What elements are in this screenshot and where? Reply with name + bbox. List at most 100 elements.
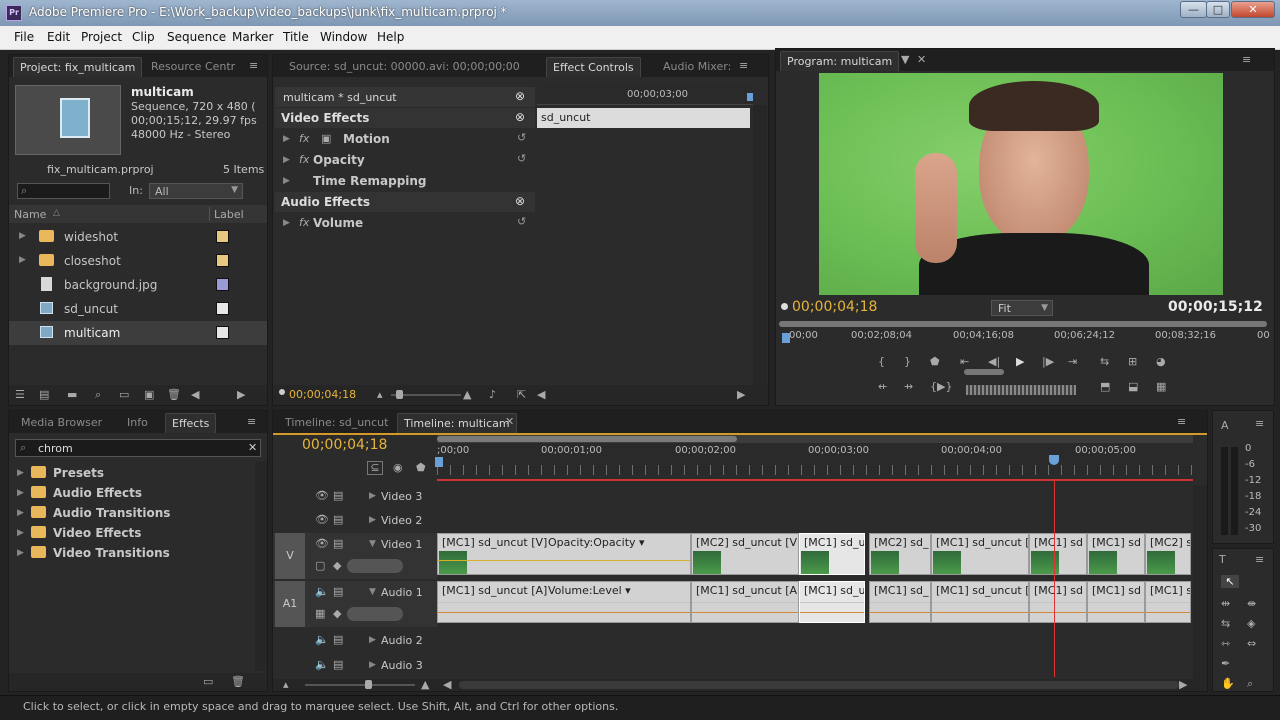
menu-marker[interactable]: Marker (232, 30, 273, 44)
tab-audio-mixer[interactable]: Audio Mixer: (657, 57, 737, 77)
automate-icon[interactable]: ▬ (67, 388, 77, 401)
scroll-right-icon[interactable]: ▶ (237, 388, 245, 401)
list-view-icon[interactable]: ☰ (15, 388, 25, 401)
eye-icon[interactable]: 👁 (315, 489, 329, 502)
lock-icon[interactable]: ▤ (333, 513, 343, 526)
tab-project[interactable]: Project: fix_multicam (13, 57, 143, 77)
track-header-audio3[interactable]: 🔈 ▤ ▶ Audio 3 (273, 654, 437, 678)
keyframe-icon[interactable]: ◆ (333, 559, 341, 572)
rolling-edit-tool-icon[interactable]: ⇆ (1221, 617, 1230, 630)
pen-tool-icon[interactable]: ✒ (1221, 657, 1230, 670)
collapse-triangle-icon[interactable]: ▼ (369, 539, 376, 549)
step-forward-icon[interactable]: |▶ (1042, 355, 1054, 368)
add-marker-icon[interactable]: ⬟ (416, 461, 426, 474)
maximize-button[interactable]: □ (1206, 1, 1230, 18)
effect-ruler[interactable]: 00;00;03;00 (537, 83, 753, 105)
timeline-zoom-handle[interactable] (437, 436, 737, 442)
tab-timeline-multicam[interactable]: Timeline: multicam (397, 413, 517, 433)
col-label[interactable]: Label (214, 208, 244, 221)
opacity-line[interactable] (438, 560, 690, 561)
fit-dropdown[interactable]: Fit ▼ (991, 300, 1053, 316)
close-tab-icon[interactable]: ✕ (505, 415, 514, 428)
scroll-right-icon[interactable]: ▶ (737, 388, 745, 401)
tools-tab-icon[interactable]: T (1219, 553, 1226, 566)
timeline-ruler[interactable]: ;00;00 00;00;01;00 00;00;02;00 00;00;03;… (435, 443, 1193, 483)
audio-scrub-icon[interactable]: ♪ (489, 388, 496, 401)
timeline-zoom-handle[interactable] (365, 680, 372, 689)
volume-line[interactable] (932, 612, 1028, 613)
effect-timecode[interactable]: 00;00;04;18 (289, 388, 356, 401)
slide-tool-icon[interactable]: ⇔ (1247, 637, 1256, 650)
timeline-clip[interactable]: [MC2] sd_uncut [V] (691, 533, 799, 575)
keyframe-nav[interactable] (347, 607, 403, 621)
icon-view-icon[interactable]: ▤ (39, 388, 49, 401)
tab-info[interactable]: Info (121, 413, 154, 433)
output-icon[interactable]: ◕ (1156, 355, 1166, 368)
zoom-out-icon[interactable]: ▴ (283, 678, 289, 691)
keyframe-icon[interactable]: ◆ (333, 607, 341, 620)
step-back-icon[interactable]: ◀| (988, 355, 1000, 368)
effects-folder-audio-transitions[interactable]: ▶ Audio Transitions (9, 503, 254, 523)
volume-line[interactable] (1030, 612, 1086, 613)
new-bin-icon[interactable]: ▭ (119, 388, 129, 401)
eye-icon[interactable]: 👁 (315, 537, 329, 550)
loop-icon[interactable]: ⇆ (1100, 355, 1109, 368)
scroll-right-icon[interactable]: ▶ (1179, 678, 1187, 691)
source-track-a1[interactable]: A1 (275, 581, 305, 627)
list-item[interactable]: sd_uncut (9, 297, 267, 321)
volume-line[interactable] (870, 612, 930, 613)
expand-triangle-icon[interactable]: ▶ (17, 548, 24, 558)
volume-line[interactable] (1146, 612, 1190, 613)
tab-media-browser[interactable]: Media Browser (15, 413, 108, 433)
go-next-edit-icon[interactable]: ⇸ (904, 380, 913, 393)
clip-effect-dropdown[interactable]: Volume:Level ▾ (548, 584, 631, 597)
timeline-clip[interactable]: [MC2] sd_ (869, 533, 931, 575)
timeline-clip[interactable]: [MC1] sd_uncut [V (931, 533, 1029, 575)
expand-triangle-icon[interactable]: ▶ (17, 528, 24, 538)
snap-icon[interactable]: ⊆ (367, 461, 383, 475)
zoom-in-icon[interactable]: ▲ (463, 388, 471, 401)
fx-icon[interactable]: fx (299, 153, 309, 166)
tab-timeline-sd-uncut[interactable]: Timeline: sd_uncut (279, 413, 394, 433)
expand-triangle-icon[interactable]: ▶ (369, 491, 376, 501)
set-marker-icon[interactable]: ◉ (393, 461, 403, 474)
show-hide-icon[interactable]: ⊗ (515, 110, 525, 124)
reset-icon[interactable]: ↺ (517, 131, 526, 144)
tab-effect-controls[interactable]: Effect Controls (546, 57, 641, 77)
scroll-left-icon[interactable]: ◀ (191, 388, 199, 401)
collapse-triangle-icon[interactable]: ▼ (369, 587, 376, 597)
volume-line[interactable] (438, 612, 690, 613)
list-item[interactable]: background.jpg (9, 273, 267, 297)
track-header-audio2[interactable]: 🔈 ▤ ▶ Audio 2 (273, 629, 437, 653)
panel-menu-icon[interactable]: ≡ (1177, 415, 1186, 428)
menu-file[interactable]: File (14, 30, 34, 44)
effect-scrollbar[interactable] (753, 105, 767, 385)
show-hide-icon[interactable]: ⊗ (515, 89, 525, 103)
panel-menu-icon[interactable]: ≡ (249, 59, 258, 72)
timeline-audio-clip[interactable]: [MC1] sd_ur (799, 581, 865, 623)
timeline-zoom-slider[interactable] (305, 684, 415, 686)
timeline-audio-clip[interactable]: [MC1] sd_uncut [A] Volume:Level ▾ (437, 581, 691, 623)
menu-sequence[interactable]: Sequence (167, 30, 226, 44)
minimize-button[interactable]: — (1180, 1, 1207, 18)
panel-menu-icon[interactable]: ≡ (739, 59, 748, 72)
expand-triangle-icon[interactable]: ▶ (19, 231, 26, 241)
zoom-in-icon[interactable]: ▲ (421, 678, 429, 691)
track-header-video2[interactable]: 👁 ▤ ▶ Video 2 (273, 509, 437, 533)
reset-icon[interactable]: ↺ (517, 152, 526, 165)
effect-volume-row[interactable]: ▶ fx Volume ↺ (275, 213, 535, 234)
export-frame-icon[interactable]: ▦ (1156, 380, 1166, 393)
timeline-clip[interactable]: [MC2] s (1145, 533, 1191, 575)
show-hide-icon[interactable]: ⊗ (515, 194, 525, 208)
timeline-audio-clip[interactable]: [MC1] sd_ (869, 581, 931, 623)
expand-triangle-icon[interactable]: ▶ (283, 155, 290, 165)
timeline-horizontal-scrollbar[interactable] (459, 681, 1179, 689)
col-name[interactable]: Name (14, 208, 46, 221)
timeline-vertical-scrollbar[interactable] (1193, 485, 1207, 679)
track-header-audio1[interactable]: A1 🔈 ▤ ▼ Audio 1 ▦ ◆ (273, 581, 437, 627)
reset-icon[interactable]: ↺ (517, 215, 526, 228)
expand-triangle-icon[interactable]: ▶ (283, 176, 290, 186)
expand-triangle-icon[interactable]: ▶ (19, 255, 26, 265)
expand-triangle-icon[interactable]: ▶ (283, 218, 290, 228)
speaker-icon[interactable]: 🔈 (315, 658, 329, 671)
